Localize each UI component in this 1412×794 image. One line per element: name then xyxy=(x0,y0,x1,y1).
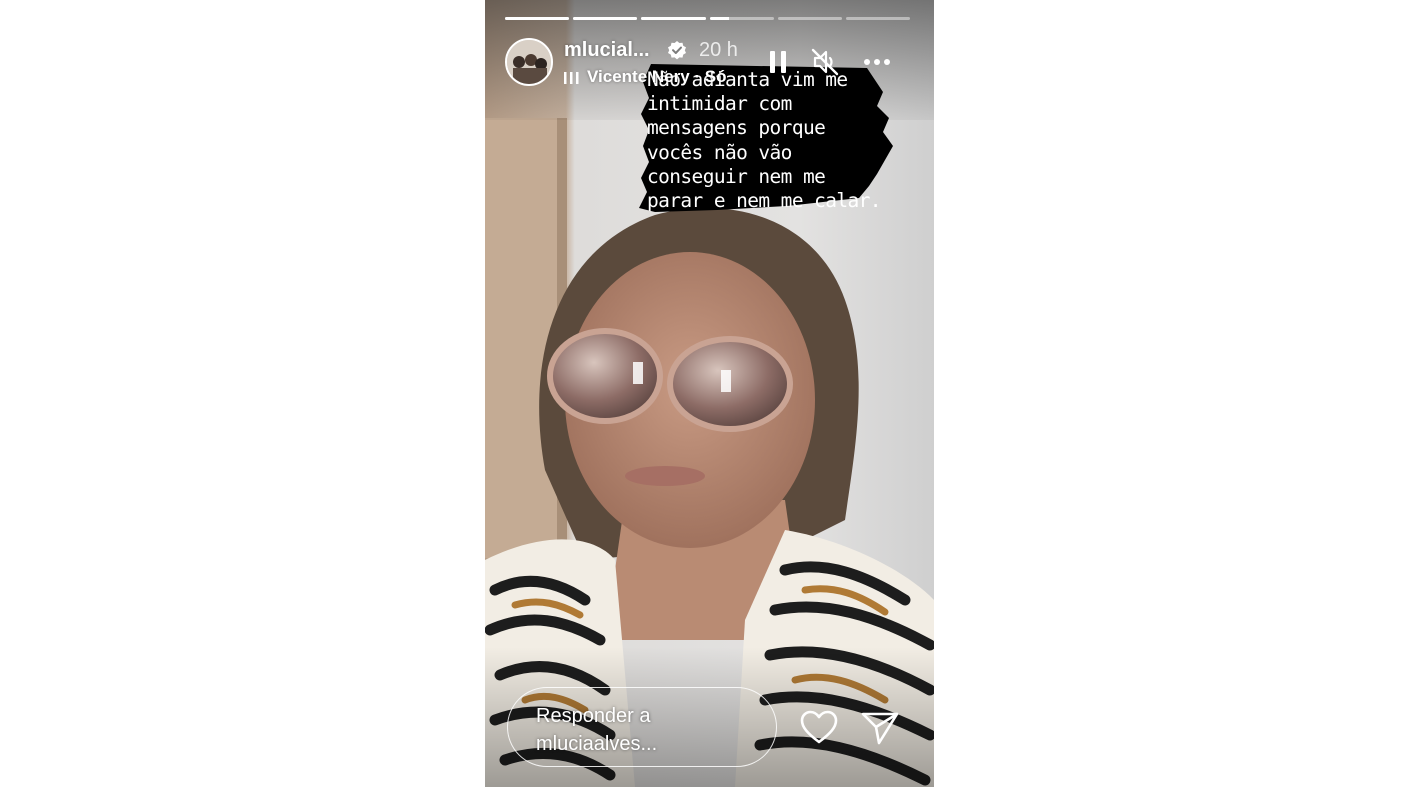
pause-icon[interactable] xyxy=(763,47,793,77)
verified-badge-icon xyxy=(668,41,686,60)
username[interactable]: mlucial... xyxy=(564,39,650,62)
more-options-icon[interactable] xyxy=(862,47,892,77)
music-label: Vicente Nery · Só xyxy=(587,67,727,86)
heart-icon[interactable] xyxy=(799,708,839,748)
music-bars-icon xyxy=(564,71,579,84)
avatar[interactable] xyxy=(505,38,553,86)
progress-segment xyxy=(505,17,570,20)
reply-input[interactable]: Responder a mluciaalves... xyxy=(507,687,777,767)
progress-segment xyxy=(777,17,842,20)
sticker-text: Não adianta vim me intimidar com mensage… xyxy=(647,68,882,213)
music-attribution[interactable]: Vicente Nery · Só xyxy=(564,67,727,87)
story-viewer[interactable]: mlucial... 20 h Vicente Nery · Só Não ad… xyxy=(485,0,934,787)
story-progress xyxy=(505,17,911,20)
progress-segment xyxy=(845,17,911,20)
progress-fill xyxy=(505,17,570,20)
avatar-photo xyxy=(507,40,551,84)
send-icon[interactable] xyxy=(860,708,900,748)
progress-fill xyxy=(641,17,706,20)
muted-speaker-icon[interactable] xyxy=(810,47,840,77)
progress-segment xyxy=(641,17,706,20)
post-time: 20 h xyxy=(699,39,738,61)
progress-fill xyxy=(573,17,638,20)
progress-fill xyxy=(709,17,729,20)
progress-segment xyxy=(573,17,638,20)
progress-segment xyxy=(709,17,774,20)
